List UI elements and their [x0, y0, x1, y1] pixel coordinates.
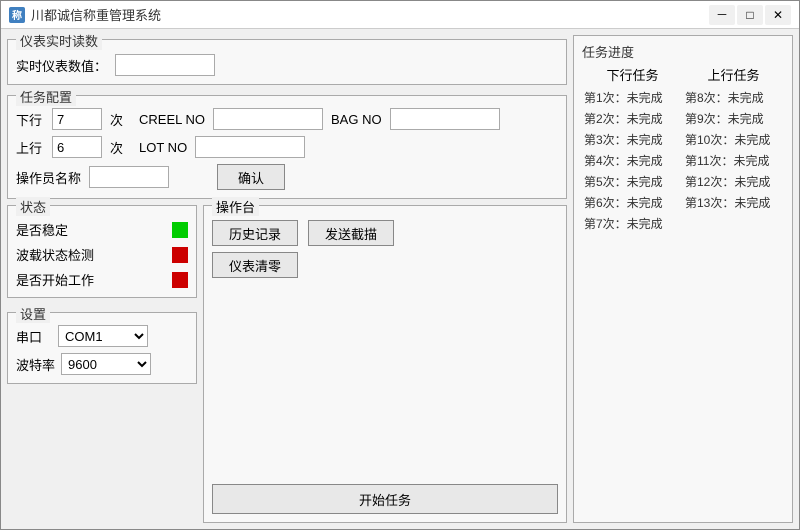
operator-label: 操作员名称	[16, 168, 81, 187]
baud-label: 波特率	[16, 355, 55, 374]
meter-label: 实时仪表数值：	[16, 56, 107, 75]
operator-row: 操作员名称 确认	[16, 164, 558, 190]
status-item-stable: 是否稳定	[16, 220, 188, 239]
status-items: 是否稳定 波载状态检测 是否开始工作	[16, 220, 188, 289]
bag-no-input[interactable]	[390, 108, 500, 130]
start-task-button[interactable]: 开始任务	[212, 484, 558, 514]
progress-row: 第3次：未完成 第10次：未完成	[582, 130, 784, 149]
progress-header: 下行任务 上行任务	[582, 65, 784, 84]
up-count-input[interactable]	[52, 136, 102, 158]
creel-no-label: CREEL NO	[139, 112, 205, 127]
up-col-header: 上行任务	[707, 65, 759, 84]
meter-section: 仪表实时读数 实时仪表数值：	[7, 39, 567, 85]
lot-no-input[interactable]	[195, 136, 305, 158]
task-down-row: 下行 次 CREEL NO BAG NO	[16, 108, 558, 130]
maximize-button[interactable]: □	[737, 5, 763, 25]
down-item-label: 第6次：未完成	[582, 193, 683, 212]
ops-btn-row-2: 仪表清零	[212, 252, 558, 278]
task-section: 任务配置 下行 次 CREEL NO BAG NO 上行 次 LOT NO	[7, 95, 567, 199]
ops-section: 操作台 历史记录 发送截描 仪表清零 开始任务	[203, 205, 567, 523]
status-title: 状态	[16, 197, 50, 216]
progress-row: 第6次：未完成 第13次：未完成	[582, 193, 784, 212]
operator-input[interactable]	[89, 166, 169, 188]
down-item-label: 第1次：未完成	[582, 88, 683, 107]
history-button[interactable]: 历史记录	[212, 220, 298, 246]
down-item-label: 第5次：未完成	[582, 172, 683, 191]
title-bar: 称 川都诚信称重管理系统 － □ ✕	[1, 1, 799, 29]
status-stable-indicator	[172, 222, 188, 238]
progress-title: 任务进度	[582, 42, 784, 61]
progress-rows: 第1次：未完成 第8次：未完成 第2次：未完成 第9次：未完成 第3次：未完成 …	[582, 88, 784, 233]
port-label: 串口	[16, 327, 52, 346]
up-item-label: 第13次：未完成	[683, 193, 784, 212]
main-content: 仪表实时读数 实时仪表数值： 任务配置 下行 次 CREEL NO BAG NO	[1, 29, 799, 529]
settings-section: 设置 串口 COM1 COM2 COM3 COM4 波特率	[7, 312, 197, 384]
ops-buttons: 历史记录 发送截描 仪表清零	[212, 220, 558, 278]
up-item-label: 第11次：未完成	[683, 151, 784, 170]
lot-no-label: LOT NO	[139, 140, 187, 155]
up-label: 上行	[16, 138, 44, 157]
main-window: 称 川都诚信称重管理系统 － □ ✕ 仪表实时读数 实时仪表数值： 任务配置	[0, 0, 800, 530]
baud-select[interactable]: 9600 19200 38400 115200	[61, 353, 151, 375]
left-panel: 仪表实时读数 实时仪表数值： 任务配置 下行 次 CREEL NO BAG NO	[7, 35, 567, 523]
close-button[interactable]: ✕	[765, 5, 791, 25]
down-count-input[interactable]	[52, 108, 102, 130]
status-item-working: 是否开始工作	[16, 270, 188, 289]
down-item-label: 第4次：未完成	[582, 151, 683, 170]
status-section: 状态 是否稳定 波载状态检测 是否开始工作	[7, 205, 197, 298]
confirm-button[interactable]: 确认	[217, 164, 285, 190]
minimize-button[interactable]: －	[709, 5, 735, 25]
down-col-header: 下行任务	[606, 65, 658, 84]
meter-row: 实时仪表数值：	[16, 54, 558, 76]
status-load-label: 波载状态检测	[16, 245, 164, 264]
progress-row: 第7次：未完成	[582, 214, 784, 233]
progress-row: 第2次：未完成 第9次：未完成	[582, 109, 784, 128]
task-section-title: 任务配置	[16, 87, 76, 106]
status-stable-label: 是否稳定	[16, 220, 164, 239]
down-unit: 次	[110, 110, 123, 129]
up-item-label: 第9次：未完成	[683, 109, 784, 128]
status-load-indicator	[172, 247, 188, 263]
send-button[interactable]: 发送截描	[308, 220, 394, 246]
window-controls: － □ ✕	[709, 5, 791, 25]
port-row: 串口 COM1 COM2 COM3 COM4	[16, 325, 188, 347]
task-up-row: 上行 次 LOT NO	[16, 136, 558, 158]
ops-btn-row-1: 历史记录 发送截描	[212, 220, 558, 246]
down-item-label: 第7次：未完成	[582, 214, 683, 233]
progress-row: 第5次：未完成 第12次：未完成	[582, 172, 784, 191]
progress-row: 第1次：未完成 第8次：未完成	[582, 88, 784, 107]
bottom-row: 状态 是否稳定 波载状态检测 是否开始工作	[7, 205, 567, 523]
meter-section-title: 仪表实时读数	[16, 31, 102, 50]
down-item-label: 第3次：未完成	[582, 130, 683, 149]
progress-panel: 任务进度 下行任务 上行任务 第1次：未完成 第8次：未完成 第2次：未完成 第…	[573, 35, 793, 523]
app-icon: 称	[9, 7, 25, 23]
settings-title: 设置	[16, 304, 50, 323]
meter-value-input[interactable]	[115, 54, 215, 76]
ops-title: 操作台	[212, 197, 259, 216]
baud-row: 波特率 9600 19200 38400 115200	[16, 353, 188, 375]
status-working-indicator	[172, 272, 188, 288]
port-select[interactable]: COM1 COM2 COM3 COM4	[58, 325, 148, 347]
down-item-label: 第2次：未完成	[582, 109, 683, 128]
window-title: 川都诚信称重管理系统	[31, 5, 709, 24]
status-item-load: 波载状态检测	[16, 245, 188, 264]
up-item-label: 第8次：未完成	[683, 88, 784, 107]
status-working-label: 是否开始工作	[16, 270, 164, 289]
bag-no-label: BAG NO	[331, 112, 382, 127]
up-item-label	[683, 214, 784, 233]
down-label: 下行	[16, 110, 44, 129]
creel-no-input[interactable]	[213, 108, 323, 130]
clear-button[interactable]: 仪表清零	[212, 252, 298, 278]
up-item-label: 第12次：未完成	[683, 172, 784, 191]
progress-row: 第4次：未完成 第11次：未完成	[582, 151, 784, 170]
up-unit: 次	[110, 138, 123, 157]
up-item-label: 第10次：未完成	[683, 130, 784, 149]
